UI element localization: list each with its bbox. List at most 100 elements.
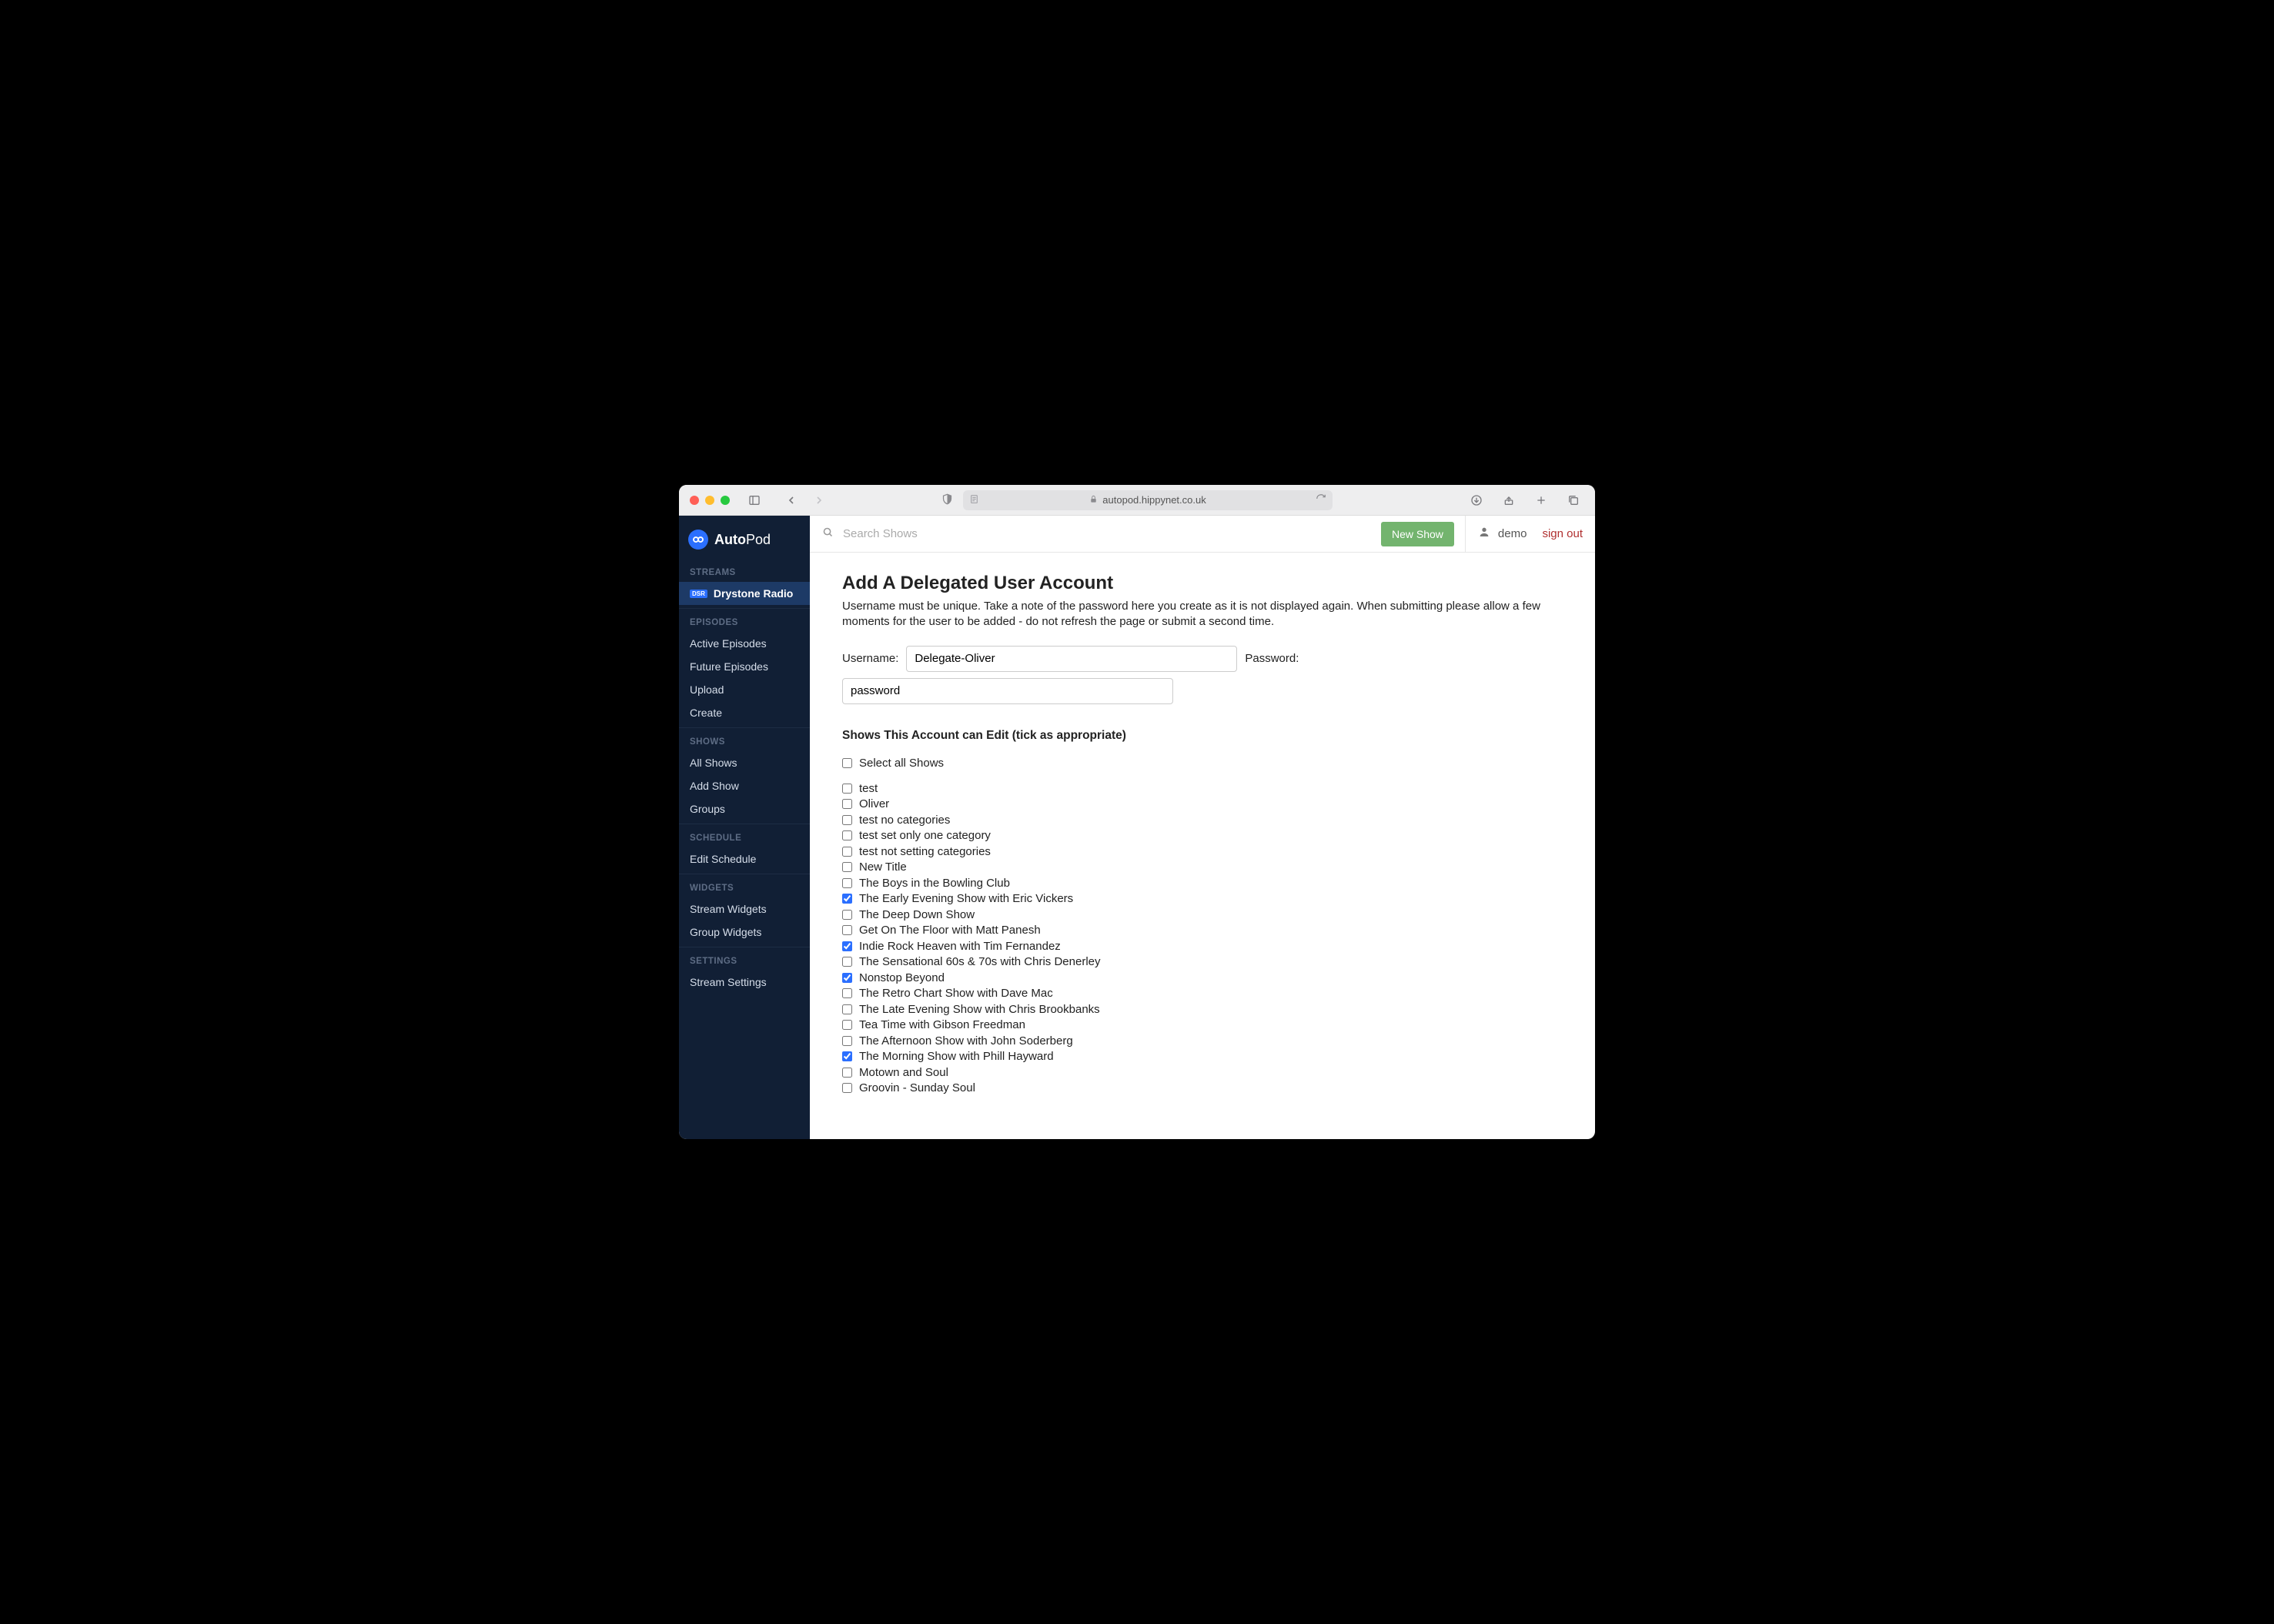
show-row: The Sensational 60s & 70s with Chris Den… bbox=[842, 955, 1563, 968]
reader-mode-icon[interactable] bbox=[969, 494, 979, 506]
show-label[interactable]: The Retro Chart Show with Dave Mac bbox=[859, 987, 1053, 1000]
show-checkbox[interactable] bbox=[842, 1051, 852, 1061]
show-label[interactable]: The Boys in the Bowling Club bbox=[859, 877, 1010, 890]
reload-icon[interactable] bbox=[1316, 493, 1326, 506]
sidebar-item[interactable]: Edit Schedule bbox=[679, 847, 810, 870]
show-checkbox[interactable] bbox=[842, 941, 852, 951]
share-icon[interactable] bbox=[1498, 490, 1520, 511]
show-checkbox[interactable] bbox=[842, 1004, 852, 1014]
username-label[interactable]: demo bbox=[1498, 527, 1527, 540]
show-label[interactable]: The Early Evening Show with Eric Vickers bbox=[859, 892, 1073, 905]
search-input[interactable] bbox=[843, 527, 1058, 540]
signout-link[interactable]: sign out bbox=[1542, 527, 1583, 540]
show-row: The Afternoon Show with John Soderberg bbox=[842, 1034, 1563, 1048]
brand[interactable]: AutoPod bbox=[679, 516, 810, 563]
sidebar-item-label: Active Episodes bbox=[690, 637, 767, 650]
show-row: Indie Rock Heaven with Tim Fernandez bbox=[842, 940, 1563, 953]
sidebar-toggle-icon[interactable] bbox=[744, 490, 765, 511]
downloads-icon[interactable] bbox=[1466, 490, 1487, 511]
show-checkbox[interactable] bbox=[842, 1083, 852, 1093]
main-area: New Show demo sign out Add A Delegated U… bbox=[810, 516, 1595, 1139]
show-checkbox[interactable] bbox=[842, 815, 852, 825]
show-label[interactable]: Indie Rock Heaven with Tim Fernandez bbox=[859, 940, 1061, 953]
sidebar-item[interactable]: Upload bbox=[679, 678, 810, 701]
show-checkbox[interactable] bbox=[842, 988, 852, 998]
show-checkbox[interactable] bbox=[842, 862, 852, 872]
sidebar-item[interactable]: Create bbox=[679, 701, 810, 724]
minimize-window-button[interactable] bbox=[705, 496, 714, 505]
show-label[interactable]: test not setting categories bbox=[859, 845, 991, 858]
show-checkbox[interactable] bbox=[842, 847, 852, 857]
show-row: Groovin - Sunday Soul bbox=[842, 1081, 1563, 1094]
tabs-overview-icon[interactable] bbox=[1563, 490, 1584, 511]
show-label[interactable]: Get On The Floor with Matt Panesh bbox=[859, 924, 1041, 937]
show-label[interactable]: The Morning Show with Phill Hayward bbox=[859, 1050, 1054, 1063]
sidebar-section-heading: WIDGETS bbox=[679, 874, 810, 897]
show-checkbox[interactable] bbox=[842, 925, 852, 935]
new-tab-icon[interactable] bbox=[1530, 490, 1552, 511]
show-row: test set only one category bbox=[842, 829, 1563, 842]
show-label[interactable]: The Deep Down Show bbox=[859, 908, 975, 921]
show-label[interactable]: Tea Time with Gibson Freedman bbox=[859, 1018, 1025, 1031]
show-checkbox[interactable] bbox=[842, 1020, 852, 1030]
show-checkbox[interactable] bbox=[842, 1036, 852, 1046]
sidebar-item[interactable]: DSRDrystone Radio bbox=[679, 582, 810, 605]
show-row: The Boys in the Bowling Club bbox=[842, 877, 1563, 890]
sidebar-item-label: Groups bbox=[690, 803, 725, 815]
sidebar-item[interactable]: Future Episodes bbox=[679, 655, 810, 678]
sidebar-item[interactable]: Stream Widgets bbox=[679, 897, 810, 921]
username-input[interactable] bbox=[906, 646, 1237, 672]
back-button-icon[interactable] bbox=[781, 490, 802, 511]
show-label[interactable]: test bbox=[859, 782, 878, 795]
sidebar-item[interactable]: Add Show bbox=[679, 774, 810, 797]
show-checkbox[interactable] bbox=[842, 830, 852, 840]
topbar: New Show demo sign out bbox=[810, 516, 1595, 553]
username-field-label: Username: bbox=[842, 652, 898, 665]
show-checkbox[interactable] bbox=[842, 910, 852, 920]
sidebar-item-label: Stream Widgets bbox=[690, 903, 767, 915]
sidebar-item[interactable]: Group Widgets bbox=[679, 921, 810, 944]
password-input[interactable] bbox=[842, 678, 1173, 704]
forward-button-icon[interactable] bbox=[808, 490, 830, 511]
sidebar: AutoPod STREAMSDSRDrystone RadioEPISODES… bbox=[679, 516, 810, 1139]
show-checkbox[interactable] bbox=[842, 799, 852, 809]
close-window-button[interactable] bbox=[690, 496, 699, 505]
show-checkbox[interactable] bbox=[842, 1068, 852, 1078]
show-row: The Deep Down Show bbox=[842, 908, 1563, 921]
show-checkbox[interactable] bbox=[842, 784, 852, 794]
sidebar-item[interactable]: Stream Settings bbox=[679, 971, 810, 994]
show-label[interactable]: test no categories bbox=[859, 814, 950, 827]
app-root: AutoPod STREAMSDSRDrystone RadioEPISODES… bbox=[679, 516, 1595, 1139]
show-label[interactable]: New Title bbox=[859, 860, 907, 874]
show-label[interactable]: Motown and Soul bbox=[859, 1066, 948, 1079]
show-checkbox[interactable] bbox=[842, 957, 852, 967]
show-label[interactable]: Nonstop Beyond bbox=[859, 971, 945, 984]
page-title: Add A Delegated User Account bbox=[842, 573, 1563, 594]
select-all-shows-checkbox[interactable] bbox=[842, 758, 852, 768]
show-checkbox[interactable] bbox=[842, 894, 852, 904]
new-show-button[interactable]: New Show bbox=[1381, 522, 1454, 546]
sidebar-item[interactable]: Active Episodes bbox=[679, 632, 810, 655]
show-row: test no categories bbox=[842, 814, 1563, 827]
search-wrap bbox=[822, 526, 1370, 542]
show-label[interactable]: test set only one category bbox=[859, 829, 991, 842]
search-icon[interactable] bbox=[822, 526, 834, 542]
show-label[interactable]: Oliver bbox=[859, 797, 889, 810]
show-checkbox[interactable] bbox=[842, 878, 852, 888]
url-bar[interactable]: autopod.hippynet.co.uk bbox=[963, 490, 1333, 510]
sidebar-item[interactable]: Groups bbox=[679, 797, 810, 820]
privacy-shield-icon[interactable] bbox=[941, 493, 953, 507]
show-row: The Early Evening Show with Eric Vickers bbox=[842, 892, 1563, 905]
show-label[interactable]: The Late Evening Show with Chris Brookba… bbox=[859, 1003, 1100, 1016]
show-row: Motown and Soul bbox=[842, 1066, 1563, 1079]
sidebar-item[interactable]: All Shows bbox=[679, 751, 810, 774]
show-label[interactable]: The Afternoon Show with John Soderberg bbox=[859, 1034, 1073, 1048]
sidebar-section-heading: SETTINGS bbox=[679, 947, 810, 971]
select-all-shows-label[interactable]: Select all Shows bbox=[859, 757, 944, 770]
show-label[interactable]: The Sensational 60s & 70s with Chris Den… bbox=[859, 955, 1101, 968]
sidebar-item-label: Create bbox=[690, 707, 722, 719]
show-checkbox[interactable] bbox=[842, 973, 852, 983]
show-label[interactable]: Groovin - Sunday Soul bbox=[859, 1081, 975, 1094]
sidebar-item-label: All Shows bbox=[690, 757, 737, 769]
maximize-window-button[interactable] bbox=[721, 496, 730, 505]
